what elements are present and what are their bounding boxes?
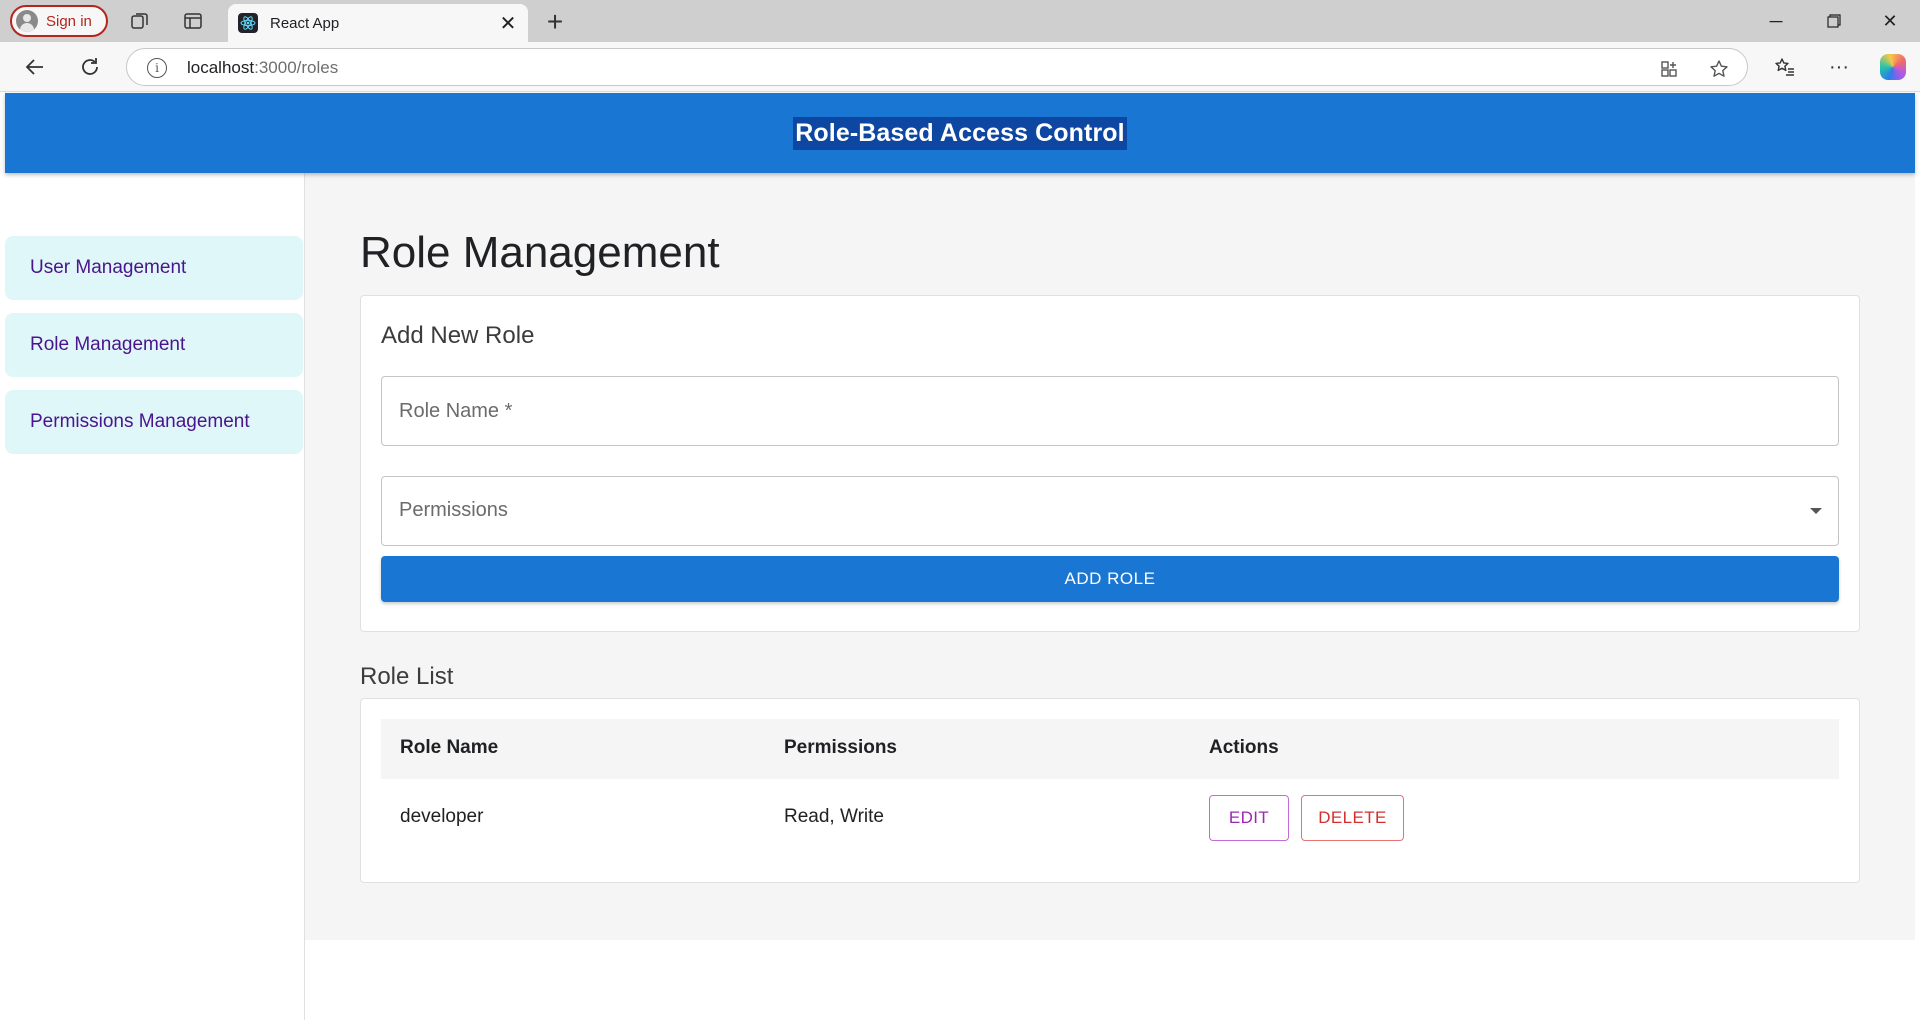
table-row: developer Read, Write EDIT DELETE bbox=[381, 779, 1839, 855]
app-available-icon[interactable] bbox=[1657, 57, 1681, 81]
table-header: Role Name Permissions Actions bbox=[381, 719, 1839, 779]
role-list-card: Role Name Permissions Actions developer … bbox=[360, 698, 1860, 883]
tab-actions-icon[interactable] bbox=[181, 9, 205, 33]
back-icon[interactable] bbox=[20, 52, 50, 82]
restore-icon[interactable] bbox=[1810, 4, 1858, 38]
add-role-heading: Add New Role bbox=[381, 322, 535, 349]
edit-role-button[interactable]: EDIT bbox=[1209, 795, 1289, 841]
url-host: localhost bbox=[187, 58, 255, 77]
minimize-icon[interactable]: ─ bbox=[1752, 4, 1800, 38]
delete-role-button[interactable]: DELETE bbox=[1301, 795, 1404, 841]
add-role-button[interactable]: ADD ROLE bbox=[381, 556, 1839, 602]
add-role-card: Add New Role Permissions ADD ROLE bbox=[360, 295, 1860, 632]
browser-toolbar: i localhost:3000/roles ··· bbox=[0, 42, 1920, 92]
app-root: Role-Based Access Control User Managemen… bbox=[5, 93, 1915, 1020]
url-text: localhost:3000/roles bbox=[187, 58, 338, 78]
cell-role-name: developer bbox=[400, 806, 484, 827]
sidebar: User Management Role Management Permissi… bbox=[5, 173, 305, 1020]
app-title: Role-Based Access Control bbox=[793, 116, 1127, 150]
app-header: Role-Based Access Control bbox=[5, 93, 1915, 173]
page-title: Role Management bbox=[360, 228, 720, 277]
main-footer-space bbox=[305, 940, 1915, 1020]
collections-icon[interactable] bbox=[128, 9, 152, 33]
favorites-icon[interactable] bbox=[1770, 52, 1800, 82]
copilot-icon[interactable] bbox=[1878, 52, 1908, 82]
browser-tabstrip: Sign in React App ✕ + ─ ✕ bbox=[0, 0, 1920, 42]
sidebar-item-role-management[interactable]: Role Management bbox=[5, 313, 303, 377]
address-bar[interactable]: i localhost:3000/roles bbox=[126, 48, 1748, 86]
close-tab-icon[interactable]: ✕ bbox=[494, 9, 522, 37]
role-name-field bbox=[381, 376, 1839, 446]
new-tab-icon[interactable]: + bbox=[540, 6, 570, 37]
dropdown-caret-icon bbox=[1810, 508, 1822, 514]
column-header-actions: Actions bbox=[1209, 737, 1279, 758]
site-info-icon[interactable]: i bbox=[147, 58, 167, 78]
more-menu-icon[interactable]: ··· bbox=[1824, 52, 1854, 82]
role-name-input[interactable] bbox=[382, 377, 1838, 445]
role-list-heading: Role List bbox=[360, 663, 454, 690]
close-window-icon[interactable]: ✕ bbox=[1866, 4, 1914, 38]
sidebar-item-permissions-management[interactable]: Permissions Management bbox=[5, 390, 303, 454]
profile-icon bbox=[16, 10, 38, 32]
column-header-role-name: Role Name bbox=[400, 737, 499, 758]
react-icon bbox=[238, 13, 258, 33]
sidebar-item-user-management[interactable]: User Management bbox=[5, 236, 303, 300]
tab-react-app[interactable]: React App ✕ bbox=[228, 4, 528, 42]
column-header-permissions: Permissions bbox=[784, 737, 897, 758]
url-path: :3000/roles bbox=[254, 58, 339, 77]
favorite-star-icon[interactable] bbox=[1707, 57, 1731, 81]
cell-permissions: Read, Write bbox=[784, 806, 884, 827]
signin-button[interactable]: Sign in bbox=[10, 5, 108, 37]
permissions-select[interactable]: Permissions bbox=[381, 476, 1839, 546]
permissions-select-label: Permissions bbox=[399, 499, 508, 521]
tab-title: React App bbox=[270, 14, 340, 32]
signin-label: Sign in bbox=[46, 12, 92, 30]
refresh-icon[interactable] bbox=[75, 52, 105, 82]
main-content: Role Management Add New Role Permissions… bbox=[305, 173, 1915, 940]
